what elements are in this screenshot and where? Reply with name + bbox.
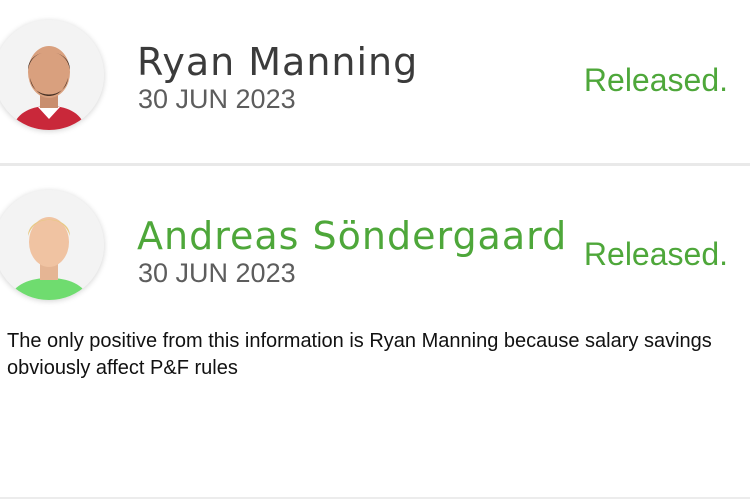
release-date: 30 JUN 2023 xyxy=(138,84,296,114)
player-card-andreas-sondergaard[interactable]: Andreas Söndergaard 30 JUN 2023 Released… xyxy=(0,166,750,314)
player-card-ryan-manning[interactable]: Ryan Manning 30 JUN 2023 Released. xyxy=(0,0,750,163)
status-label: Released. xyxy=(583,62,728,98)
player-name: Andreas Söndergaard xyxy=(137,214,568,258)
player-photo-avatar xyxy=(0,190,104,300)
player-photo-avatar xyxy=(0,20,104,130)
release-date: 30 JUN 2023 xyxy=(138,258,296,288)
player-name: Ryan Manning xyxy=(137,40,419,84)
comment-text: The only positive from this information … xyxy=(7,330,712,379)
status-label: Released. xyxy=(583,236,728,272)
bottom-divider xyxy=(0,497,750,499)
